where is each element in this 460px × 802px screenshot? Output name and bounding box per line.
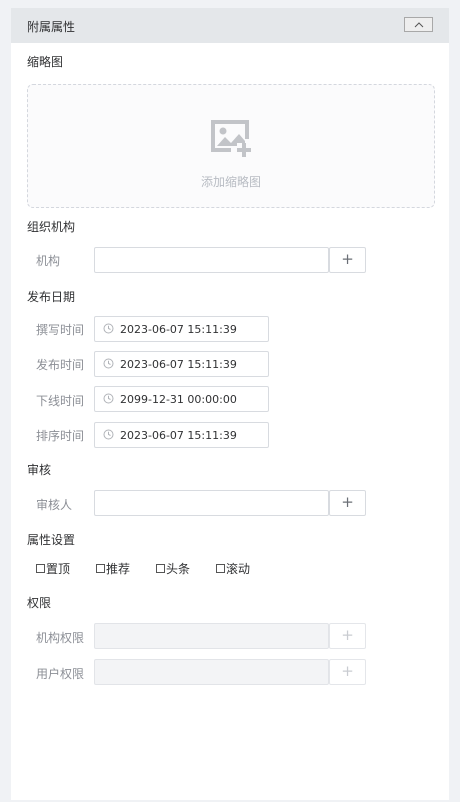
- thumbnail-section-label: 缩略图: [27, 55, 64, 69]
- checkbox-label: 头条: [166, 561, 191, 576]
- reviewer-input[interactable]: [94, 490, 329, 516]
- write-time-label: 撰写时间: [36, 323, 85, 337]
- add-user-permission-button: +: [329, 659, 366, 685]
- attached-properties-panel: 附属属性 缩略图 添加缩略图 组织机构 机构 + 发布日期 撰写时间 2023-…: [11, 8, 449, 800]
- sort-time-value: 2023-06-07 15:11:39: [120, 429, 237, 442]
- reviewer-label: 审核人: [36, 498, 73, 512]
- permissions-section-label: 权限: [27, 596, 52, 610]
- checkbox-label: 滚动: [226, 561, 251, 576]
- add-reviewer-button[interactable]: +: [329, 490, 366, 516]
- org-permission-input: [94, 623, 329, 649]
- attributes-section-label: 属性设置: [27, 533, 76, 547]
- panel-header: 附属属性: [11, 8, 449, 43]
- offline-time-label: 下线时间: [36, 394, 85, 408]
- clock-icon: [103, 429, 114, 440]
- checkbox-headline[interactable]: 头条: [156, 561, 191, 576]
- chevron-up-icon: [414, 21, 423, 27]
- offline-time-picker[interactable]: 2099-12-31 00:00:00: [94, 386, 269, 412]
- publish-dates-section-label: 发布日期: [27, 290, 76, 304]
- checkbox-box[interactable]: [36, 563, 45, 573]
- publish-time-picker[interactable]: 2023-06-07 15:11:39: [94, 351, 269, 377]
- write-time-picker[interactable]: 2023-06-07 15:11:39: [94, 316, 269, 342]
- offline-time-value: 2099-12-31 00:00:00: [120, 393, 237, 406]
- organization-input[interactable]: [94, 247, 329, 273]
- write-time-value: 2023-06-07 15:11:39: [120, 323, 237, 336]
- add-org-permission-button: +: [329, 623, 366, 649]
- user-permission-input: [94, 659, 329, 685]
- user-permission-label: 用户权限: [36, 667, 85, 681]
- organization-section-label: 组织机构: [27, 220, 76, 234]
- clock-icon: [103, 393, 114, 404]
- add-thumbnail-text: 添加缩略图: [200, 175, 261, 189]
- add-thumbnail-dropzone[interactable]: 添加缩略图: [27, 84, 435, 208]
- publish-time-value: 2023-06-07 15:11:39: [120, 358, 237, 371]
- checkbox-label: 置顶: [46, 561, 71, 576]
- panel-title: 附属属性: [27, 20, 76, 34]
- publish-time-label: 发布时间: [36, 358, 85, 372]
- checkbox-label: 推荐: [106, 561, 131, 576]
- clock-icon: [103, 323, 114, 334]
- review-section-label: 审核: [27, 463, 52, 477]
- checkbox-box[interactable]: [156, 563, 165, 573]
- sort-time-picker[interactable]: 2023-06-07 15:11:39: [94, 422, 269, 448]
- checkbox-box[interactable]: [96, 563, 105, 573]
- checkbox-scroll[interactable]: 滚动: [216, 561, 251, 576]
- org-permission-label: 机构权限: [36, 631, 85, 645]
- add-image-icon: [211, 120, 251, 157]
- checkbox-pin-top[interactable]: 置顶: [36, 561, 71, 576]
- organization-field-label: 机构: [36, 254, 61, 268]
- collapse-button[interactable]: [404, 17, 433, 32]
- checkbox-recommend[interactable]: 推荐: [96, 561, 131, 576]
- sort-time-label: 排序时间: [36, 429, 85, 443]
- clock-icon: [103, 358, 114, 369]
- add-organization-button[interactable]: +: [329, 247, 366, 273]
- checkbox-box[interactable]: [216, 563, 225, 573]
